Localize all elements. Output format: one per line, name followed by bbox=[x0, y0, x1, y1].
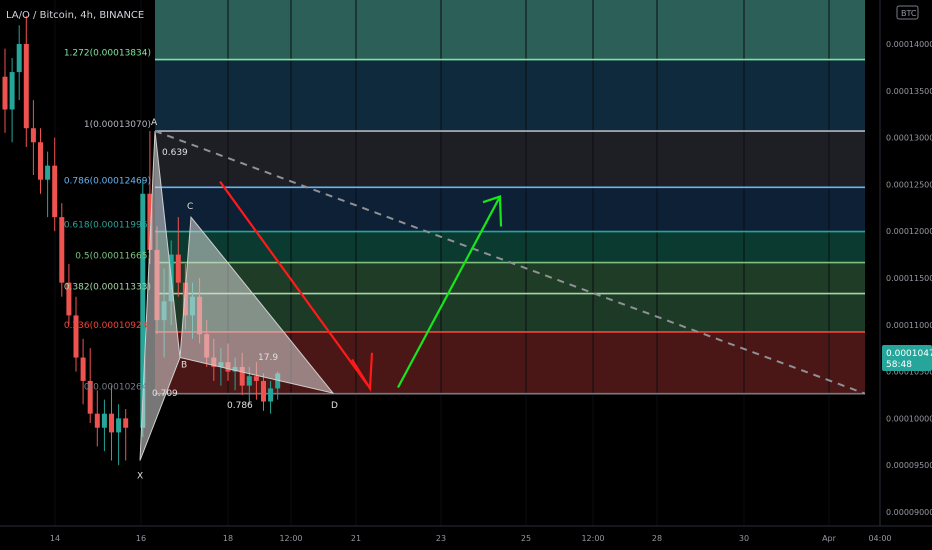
fib-zone bbox=[155, 187, 865, 232]
time-tick: 16 bbox=[136, 534, 146, 543]
fib-level-label: 0(0.00010264) bbox=[84, 383, 151, 393]
fib-level-label: 0.382(0.00011333) bbox=[64, 283, 151, 293]
price-tick: 0.00013500 bbox=[886, 87, 932, 96]
time-tick: Apr bbox=[822, 534, 837, 543]
price-chart[interactable]: 1.272(0.00013834) 1(0.00013070) 0.786(0.00… bbox=[0, 0, 932, 550]
candle-body bbox=[23, 43, 29, 129]
price-tick: 0.00012000 bbox=[886, 227, 932, 236]
pattern-point-x: X bbox=[137, 471, 143, 481]
fib-level-label: 0.786(0.00012469) bbox=[64, 176, 151, 186]
candle-body bbox=[2, 76, 8, 110]
last-price-tag: 0.00010476 58:48 bbox=[882, 345, 932, 371]
candle-body bbox=[253, 376, 259, 381]
candle-body bbox=[123, 418, 129, 428]
candle-body bbox=[109, 413, 114, 433]
fib-level-label: 0.5(0.00011665) bbox=[75, 252, 151, 262]
candle-body bbox=[52, 165, 58, 218]
fib-zone-top bbox=[155, 0, 865, 60]
candle-body bbox=[175, 254, 181, 283]
pattern-point-d: D bbox=[331, 401, 338, 411]
time-tick: 14 bbox=[50, 534, 60, 543]
candle-body bbox=[261, 380, 266, 402]
ratio-bd: 17.9 bbox=[258, 353, 278, 363]
fib-level-label: 0.236(0.00010923) bbox=[64, 321, 151, 331]
pattern-point-a: A bbox=[151, 118, 158, 128]
candle-body bbox=[30, 128, 36, 143]
fib-level-label: 1.272(0.00013834) bbox=[64, 49, 151, 59]
price-tick: 0.00009000 bbox=[886, 508, 932, 517]
time-tick: 28 bbox=[652, 534, 662, 543]
fib-zone bbox=[155, 59, 865, 132]
candle-body bbox=[116, 418, 122, 433]
pattern-point-b: B bbox=[181, 361, 187, 371]
candle-body bbox=[94, 413, 100, 428]
ratio-xd: 0.786 bbox=[227, 401, 253, 411]
fib-level-label: 1(0.00013070) bbox=[84, 120, 151, 130]
candle-body bbox=[246, 376, 252, 386]
pattern-point-c: C bbox=[187, 202, 193, 212]
time-tick: 21 bbox=[351, 534, 361, 543]
candle-body bbox=[38, 142, 43, 180]
time-tick: 23 bbox=[436, 534, 446, 543]
time-tick: 18 bbox=[223, 534, 233, 543]
last-price-value: 0.00010476 bbox=[886, 349, 932, 359]
candle-body bbox=[9, 72, 15, 110]
price-tick: 0.00011500 bbox=[886, 274, 932, 283]
ratio-ac: 0.639 bbox=[162, 148, 188, 158]
price-tick: 0.00013000 bbox=[886, 134, 932, 143]
candle-body bbox=[45, 165, 51, 180]
price-tick: 0.00009500 bbox=[886, 461, 932, 470]
candle-body bbox=[268, 388, 274, 402]
symbol-title[interactable]: LA/O / Bitcoin, 4h, BINANCE bbox=[6, 10, 144, 21]
time-tick: 04:00 bbox=[868, 534, 891, 543]
candle-body bbox=[80, 357, 86, 381]
price-tick: 0.00012500 bbox=[886, 180, 932, 189]
countdown-timer: 58:48 bbox=[886, 360, 912, 370]
time-tick: 30 bbox=[739, 534, 749, 543]
fib-zone bbox=[155, 131, 865, 188]
currency-badge[interactable]: BTC bbox=[901, 9, 917, 18]
candle-body bbox=[16, 43, 22, 73]
fib-zone bbox=[155, 262, 865, 294]
price-tick: 0.00014000 bbox=[886, 40, 932, 49]
candle-body bbox=[101, 413, 107, 428]
fib-zone bbox=[155, 231, 865, 263]
price-tick: 0.00011000 bbox=[886, 321, 932, 330]
time-tick: 12:00 bbox=[581, 534, 604, 543]
time-tick: 25 bbox=[521, 534, 531, 543]
price-tick: 0.00010000 bbox=[886, 414, 932, 423]
ratio-xb: 0.709 bbox=[152, 389, 178, 399]
fib-level-label: 0.618(0.00011996) bbox=[64, 221, 151, 231]
time-tick: 12:00 bbox=[279, 534, 302, 543]
